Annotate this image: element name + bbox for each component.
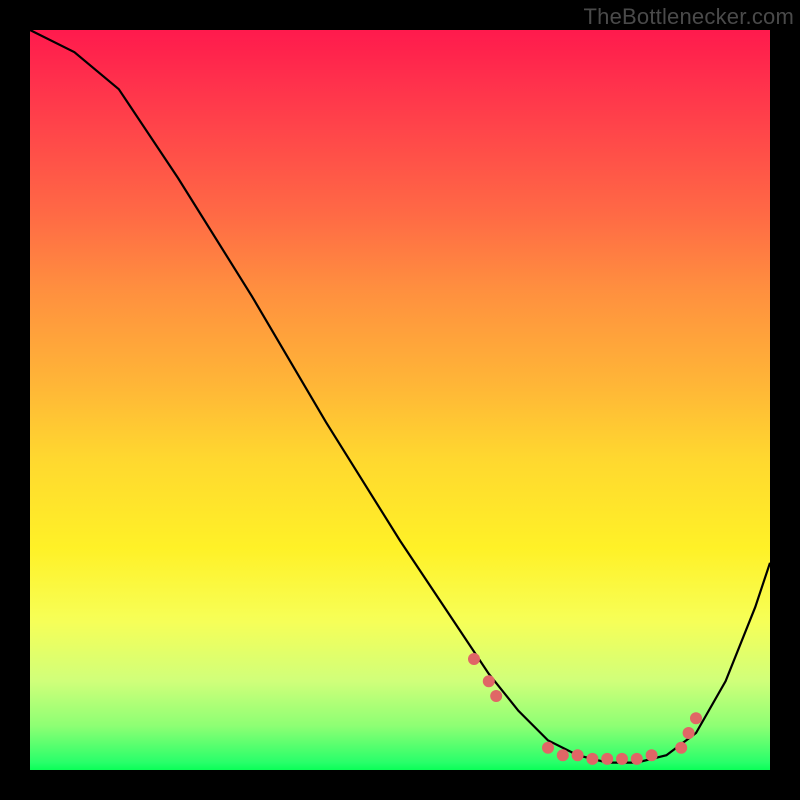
curve-marker-dot [631, 753, 643, 765]
curve-marker-dot [675, 742, 687, 754]
curve-marker-dot [468, 653, 480, 665]
chart-svg [30, 30, 770, 770]
curve-marker-dot [646, 749, 658, 761]
curve-marker-dot [601, 753, 613, 765]
curve-marker-dot [557, 749, 569, 761]
bottleneck-curve [30, 30, 770, 763]
curve-marker-dot [683, 727, 695, 739]
curve-marker-dot [490, 690, 502, 702]
chart-frame [30, 30, 770, 770]
curve-marker-dot [483, 675, 495, 687]
watermark-label: TheBottlenecker.com [584, 4, 794, 30]
curve-markers [468, 653, 702, 765]
curve-marker-dot [586, 753, 598, 765]
curve-marker-dot [542, 742, 554, 754]
curve-marker-dot [616, 753, 628, 765]
curve-marker-dot [572, 749, 584, 761]
curve-marker-dot [690, 712, 702, 724]
